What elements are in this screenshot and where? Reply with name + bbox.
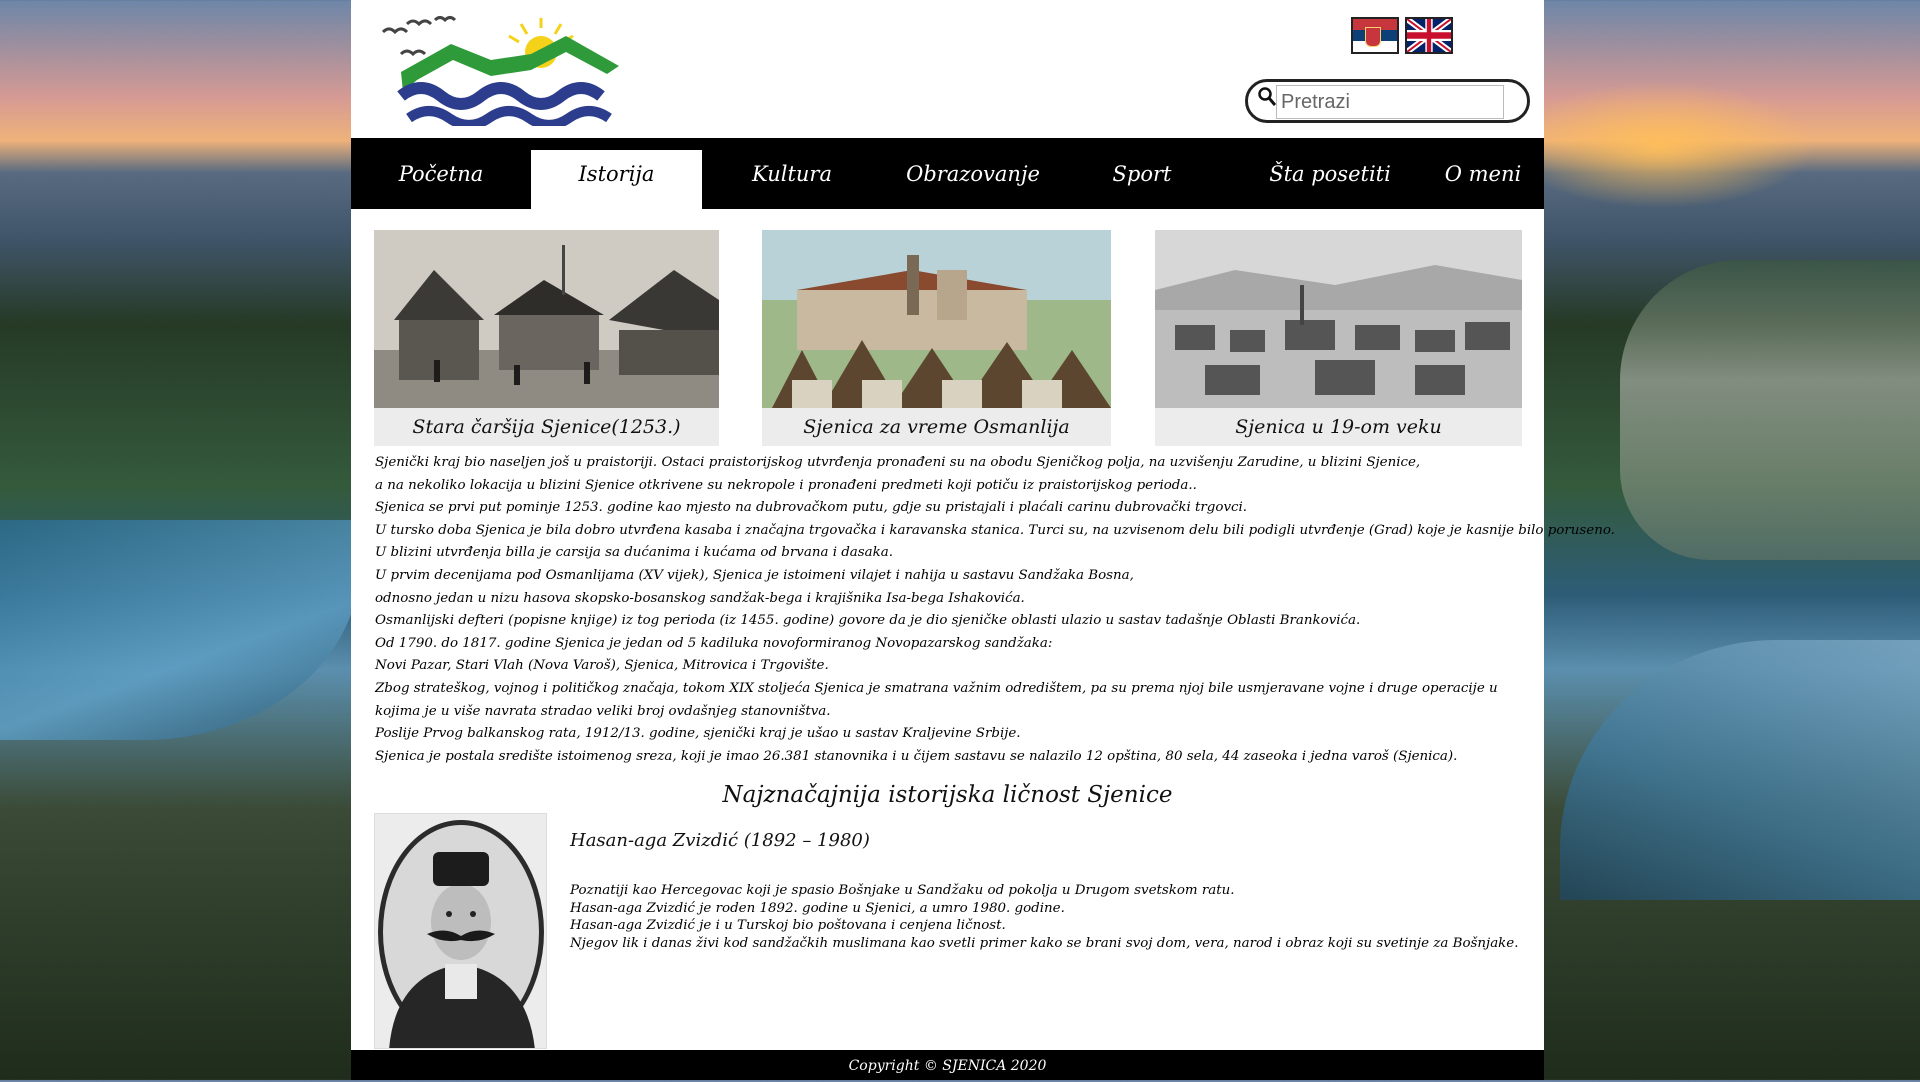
header: [351, 0, 1544, 138]
history-line: Novi Pazar, Stari Vlah (Nova Varoš), Sje…: [375, 658, 829, 674]
nav-item-o-meni[interactable]: O meni: [1423, 150, 1543, 209]
gallery-card[interactable]: Sjenica u 19-om veku: [1155, 230, 1522, 446]
history-line: a na nekoliko lokacija u blizini Sjenice…: [375, 477, 1197, 493]
background-cliff-right: [1620, 260, 1920, 560]
old-bazaar-photo: [374, 230, 719, 408]
bio-line: Njegov lik i danas živi kod sandžačkih m…: [570, 935, 1519, 951]
nav-item-pocetna[interactable]: Početna: [383, 150, 499, 209]
ottoman-era-painting: [762, 230, 1111, 408]
person-name: Hasan-aga Zvizdić (1892 – 1980): [570, 830, 870, 851]
nav-item-obrazovanje[interactable]: Obrazovanje: [889, 150, 1057, 209]
nav-item-sta-posetiti[interactable]: Šta posetiti: [1250, 150, 1410, 209]
gallery-caption: Stara čaršija Sjenice(1253.): [374, 408, 719, 446]
background-river-left: [0, 520, 360, 740]
person-section-heading: Najznačajnija istorijska ličnost Sjenice: [722, 782, 1173, 808]
history-line: odnosno jedan u nizu hasova skopsko-bosa…: [375, 590, 1025, 606]
search-input[interactable]: [1276, 85, 1504, 119]
nav-item-kultura[interactable]: Kultura: [729, 150, 855, 209]
history-line: Od 1790. do 1817. godine Sjenica je jeda…: [375, 635, 1053, 651]
search-box: [1245, 79, 1530, 123]
footer: Copyright © SJENICA 2020: [351, 1050, 1544, 1080]
gallery-caption: Sjenica za vreme Osmanlija: [762, 408, 1111, 446]
history-line: Poslije Prvog balkanskog rata, 1912/13. …: [375, 726, 1021, 742]
history-line: Sjenički kraj bio naseljen još u praisto…: [375, 455, 1421, 470]
portrait-photo: [374, 813, 547, 1049]
bio-line: Poznatiji kao Hercegovac koji je spasio …: [570, 883, 1235, 898]
copyright-text: Copyright © SJENICA 2020: [848, 1058, 1047, 1074]
nav-item-istorija[interactable]: Istorija: [531, 150, 702, 209]
background-river-right: [1560, 640, 1920, 900]
language-switcher: [1351, 17, 1453, 54]
nav-item-sport[interactable]: Sport: [1086, 150, 1198, 209]
history-line: Sjenica je postala središte istoimenog s…: [375, 748, 1458, 764]
history-line: U prvim decenijama pod Osmanlijama (XV v…: [375, 567, 1134, 583]
history-line: Sjenica se prvi put pominje 1253. godine…: [375, 500, 1248, 516]
gallery-card[interactable]: Stara čaršija Sjenice(1253.): [374, 230, 719, 446]
search-icon[interactable]: [1258, 87, 1277, 109]
logo[interactable]: [381, 14, 621, 130]
nineteenth-century-photo: [1155, 230, 1522, 408]
person-bio: Poznatiji kao Hercegovac koji je spasio …: [570, 882, 1518, 952]
uk-flag-icon[interactable]: [1405, 17, 1453, 54]
gallery-card[interactable]: Sjenica za vreme Osmanlija: [762, 230, 1111, 446]
bio-line: Hasan-aga Zvizdić je roden 1892. godine …: [570, 900, 1065, 916]
main-nav: Početna Istorija Kultura Obrazovanje Spo…: [351, 138, 1544, 209]
bio-line: Hasan-aga Zvizdić je i u Turskoj bio poš…: [570, 918, 1006, 933]
gallery-caption: Sjenica u 19-om veku: [1155, 408, 1522, 446]
history-text: Sjenički kraj bio naseljen još u praisto…: [375, 452, 1615, 768]
history-line: kojima je u više navrata stradao veliki …: [375, 703, 831, 719]
history-line: Zbog strateškog, vojnog i političkog zna…: [375, 680, 1498, 696]
history-gallery: Stara čaršija Sjenice(1253.) Sjenica za …: [351, 230, 1544, 446]
history-line: U tursko doba Sjenica je bila dobro utvr…: [375, 522, 1615, 538]
page-container: Početna Istorija Kultura Obrazovanje Spo…: [351, 0, 1615, 1080]
history-line: Osmanlijski defteri (popisne knjige) iz …: [375, 613, 1361, 629]
history-line: U blizini utvrđenja billa je carsija sa …: [375, 545, 893, 561]
serbia-flag-icon[interactable]: [1351, 17, 1399, 54]
